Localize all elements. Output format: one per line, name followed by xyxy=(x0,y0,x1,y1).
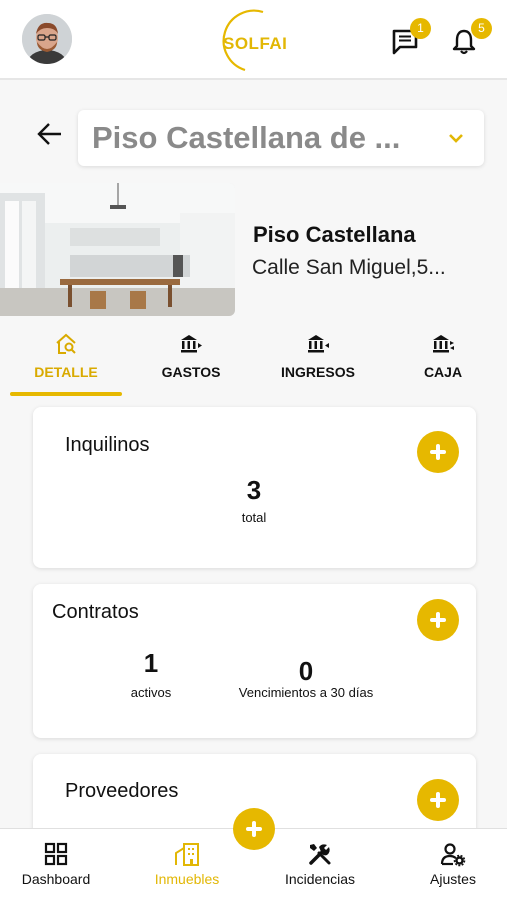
tab-label: CAJA xyxy=(423,364,463,380)
notifications-badge: 5 xyxy=(471,18,492,39)
nav-label: Inmuebles xyxy=(154,871,220,887)
tab-ingresos[interactable]: INGRESOS xyxy=(266,328,370,396)
tab-label: GASTOS xyxy=(161,364,221,380)
inquilinos-total-value: 3 xyxy=(246,475,262,505)
grid-icon xyxy=(44,842,68,866)
nav-label: Ajustes xyxy=(430,871,476,887)
nav-ajustes[interactable]: Ajustes xyxy=(418,829,488,900)
arrow-left-icon xyxy=(37,123,61,145)
add-proveedor-button[interactable] xyxy=(417,779,459,821)
back-button[interactable] xyxy=(34,118,66,150)
contratos-card[interactable]: Contratos 1 activos 0 Vencimientos a 30 … xyxy=(33,584,476,738)
nav-incidencias[interactable]: Incidencias xyxy=(276,829,364,900)
bank-swap-icon xyxy=(433,335,454,353)
tab-label: DETALLE xyxy=(34,364,98,380)
property-selector-row: Piso Castellana de ... xyxy=(0,100,507,180)
add-inmueble-fab[interactable] xyxy=(233,808,275,850)
card-title: Contratos xyxy=(52,601,139,623)
avatar-image xyxy=(22,14,72,64)
house-search-icon xyxy=(56,333,76,354)
property-dropdown-value: Piso Castellana de ... xyxy=(92,120,401,155)
inquilinos-card[interactable]: Inquilinos 3 total xyxy=(33,407,476,568)
tab-gastos[interactable]: GASTOS xyxy=(140,328,242,396)
property-address: Calle San Miguel,5... xyxy=(252,256,446,279)
bank-out-icon xyxy=(181,335,202,353)
nav-dashboard[interactable]: Dashboard xyxy=(10,829,102,900)
messages-button[interactable]: 1 xyxy=(391,18,431,58)
chevron-down-icon xyxy=(449,134,463,143)
tools-icon xyxy=(309,844,331,865)
user-settings-icon xyxy=(440,843,466,867)
nav-label: Incidencias xyxy=(284,871,356,887)
top-bar: SOLFAI 1 5 xyxy=(0,0,507,80)
add-contrato-button[interactable] xyxy=(417,599,459,641)
property-dropdown[interactable]: Piso Castellana de ... xyxy=(78,110,484,166)
card-title: Inquilinos xyxy=(65,434,150,456)
inquilinos-total-label: total xyxy=(241,510,267,525)
tab-detalle[interactable]: DETALLE xyxy=(10,328,122,396)
messages-badge: 1 xyxy=(410,18,431,39)
card-title: Proveedores xyxy=(65,780,179,802)
vencimientos-value: 0 xyxy=(298,656,314,686)
property-name: Piso Castellana xyxy=(253,222,416,247)
property-photo xyxy=(0,183,235,316)
solfai-logo: SOLFAI xyxy=(215,6,295,74)
add-inquilino-button[interactable] xyxy=(417,431,459,473)
tab-label: INGRESOS xyxy=(281,364,355,380)
vencimientos-label: Vencimientos a 30 días xyxy=(238,685,374,700)
bank-in-icon xyxy=(308,335,329,353)
tab-caja[interactable]: CAJA xyxy=(398,328,488,396)
avatar[interactable] xyxy=(22,14,72,64)
property-tabs: DETALLE GASTOS INGRESOS CAJA xyxy=(0,328,507,396)
notifications-button[interactable]: 5 xyxy=(452,18,492,58)
nav-inmuebles[interactable]: Inmuebles xyxy=(144,829,230,900)
building-icon xyxy=(175,843,199,866)
nav-label: Dashboard xyxy=(21,871,91,887)
logo-text: SOLFAI xyxy=(223,34,288,53)
active-tab-indicator xyxy=(10,392,122,396)
